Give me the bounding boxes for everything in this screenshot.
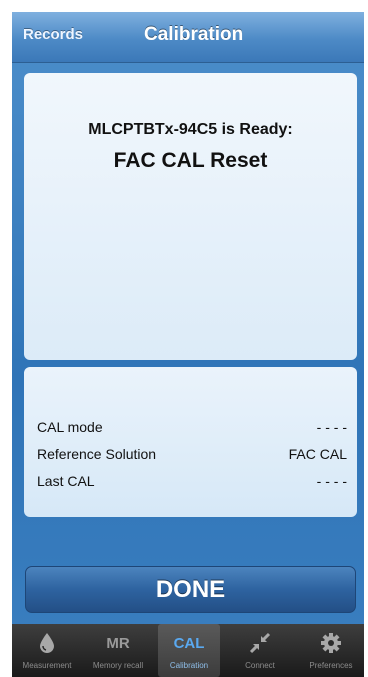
tab-label: Measurement bbox=[22, 661, 72, 670]
drop-icon bbox=[16, 630, 78, 656]
tab-label: Preferences bbox=[309, 661, 353, 670]
tab-bar: Measurement MR Memory recall CAL Calibra… bbox=[12, 624, 364, 677]
info-row-last-cal: Last CAL - - - - bbox=[37, 473, 347, 493]
mr-text-icon: MR bbox=[106, 634, 130, 652]
info-row-cal-mode: CAL mode - - - - bbox=[37, 419, 347, 439]
tab-label: Calibration bbox=[169, 661, 209, 670]
info-value: FAC CAL bbox=[288, 446, 347, 462]
status-panel: MLCPTBTx-94C5 is Ready: FAC CAL Reset bbox=[24, 73, 357, 360]
info-value: - - - - bbox=[316, 473, 347, 489]
device-ready-text: MLCPTBTx-94C5 is Ready: bbox=[88, 121, 293, 138]
info-value: - - - - bbox=[316, 419, 347, 435]
connect-arrows-icon bbox=[229, 630, 291, 656]
tab-label: Memory recall bbox=[92, 661, 144, 670]
tab-calibration[interactable]: CAL Calibration bbox=[158, 624, 220, 677]
tab-memory-recall[interactable]: MR Memory recall bbox=[87, 624, 149, 677]
info-label: Reference Solution bbox=[37, 446, 157, 462]
calibration-info-panel: CAL mode - - - - Reference Solution FAC … bbox=[24, 367, 357, 517]
gear-icon bbox=[300, 630, 362, 656]
info-label: CAL mode bbox=[37, 419, 103, 435]
app-screen: Records Calibration MLCPTBTx-94C5 is Rea… bbox=[12, 12, 364, 677]
records-back-button[interactable]: Records bbox=[23, 26, 83, 43]
info-label: Last CAL bbox=[37, 473, 95, 489]
tab-connect[interactable]: Connect bbox=[229, 624, 291, 677]
navigation-bar: Records Calibration bbox=[12, 12, 364, 63]
done-button[interactable]: DONE bbox=[25, 566, 356, 613]
info-row-reference-solution: Reference Solution FAC CAL bbox=[37, 446, 347, 466]
tab-label: Connect bbox=[245, 661, 275, 670]
tab-preferences[interactable]: Preferences bbox=[300, 624, 362, 677]
calibration-status-text: FAC CAL Reset bbox=[113, 149, 268, 172]
tab-measurement[interactable]: Measurement bbox=[16, 624, 78, 677]
cal-text-icon: CAL bbox=[173, 634, 205, 652]
page-title: Calibration bbox=[144, 24, 244, 45]
